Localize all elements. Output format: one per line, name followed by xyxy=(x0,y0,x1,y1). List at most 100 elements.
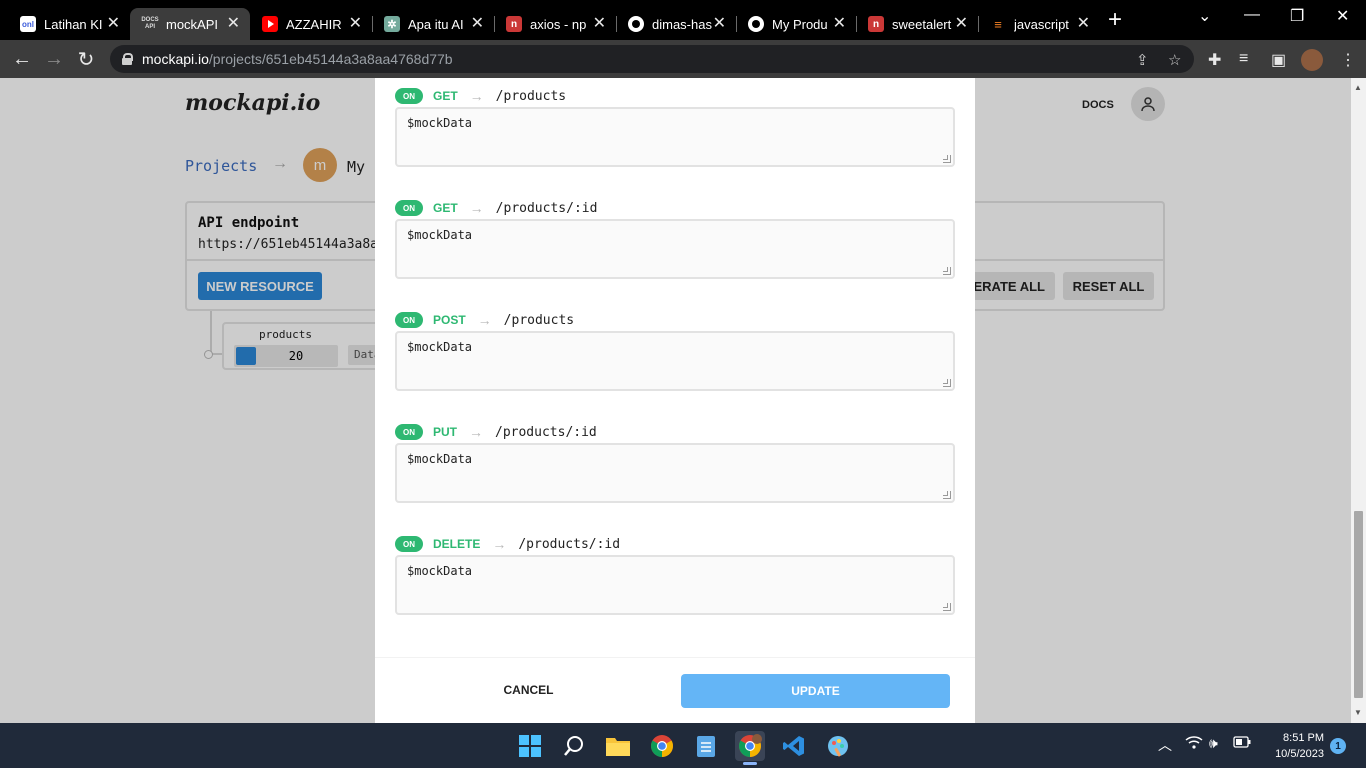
reload-icon[interactable]: ↻ xyxy=(73,46,99,72)
arrow-right-icon: → xyxy=(469,88,484,104)
resize-grip-icon[interactable] xyxy=(943,379,951,387)
tab-github-products[interactable]: My Produ ✕ xyxy=(736,8,857,40)
close-tab-icon[interactable]: ✕ xyxy=(713,15,726,33)
endpoint-toggle[interactable]: ON xyxy=(395,200,423,216)
share-icon[interactable]: ⇪ xyxy=(1136,51,1149,69)
chrome-profile-icon[interactable] xyxy=(735,731,765,761)
address-bar[interactable]: mockapi.io/projects/651eb45144a3a8aa4768… xyxy=(110,45,1194,73)
modal-footer: CANCEL UPDATE xyxy=(375,657,975,723)
arrow-right-icon: → xyxy=(477,312,492,328)
endpoint-path: /products/:id xyxy=(495,424,597,440)
extensions-puzzle-icon[interactable]: ✚ xyxy=(1208,50,1221,70)
endpoint-method: GET xyxy=(433,201,458,215)
resize-grip-icon[interactable] xyxy=(943,267,951,275)
url-host: mockapi.io xyxy=(142,51,209,67)
window-close-icon[interactable]: ✕ xyxy=(1336,6,1349,26)
arrow-right-icon: → xyxy=(469,424,483,440)
side-panel-icon[interactable]: ▣ xyxy=(1271,50,1286,70)
close-tab-icon[interactable]: ✕ xyxy=(471,15,484,33)
volume-icon[interactable]: 🕪 xyxy=(1209,735,1218,752)
wifi-icon[interactable] xyxy=(1185,735,1203,752)
close-tab-icon[interactable]: ✕ xyxy=(833,15,846,33)
tab-github-dimas[interactable]: dimas-has ✕ xyxy=(616,8,737,40)
npm-icon: n xyxy=(506,16,522,32)
browser-toolbar: ← → ↻ mockapi.io/projects/651eb45144a3a8… xyxy=(0,40,1366,78)
minimize-icon[interactable]: — xyxy=(1244,6,1260,24)
resize-grip-icon[interactable] xyxy=(943,491,951,499)
clock-time: 8:51 PM xyxy=(1283,732,1324,744)
windows-taskbar: ︿ 🕪 8:51 PM 10/5/2023 1 xyxy=(0,723,1366,768)
scroll-down-icon[interactable]: ▼ xyxy=(1354,708,1362,717)
new-tab-icon[interactable]: + xyxy=(1108,6,1122,34)
endpoint-response-textarea[interactable]: $mockData xyxy=(395,331,955,391)
stackoverflow-icon: ≡ xyxy=(994,16,1002,32)
close-tab-icon[interactable]: ✕ xyxy=(593,15,606,33)
search-icon[interactable] xyxy=(559,731,589,761)
forward-icon[interactable]: → xyxy=(41,46,67,72)
close-tab-icon[interactable]: ✕ xyxy=(1077,15,1090,33)
tab-mockapi[interactable]: DOCS API mockAPI ✕ xyxy=(130,8,250,40)
endpoint-response-text: $mockData xyxy=(407,340,473,354)
back-icon[interactable]: ← xyxy=(9,46,35,72)
endpoint-response-textarea[interactable]: $mockData xyxy=(395,219,955,279)
mockapi-favicon-icon: DOCS API xyxy=(141,16,159,32)
endpoint-path: /products/:id xyxy=(495,200,598,216)
battery-icon[interactable] xyxy=(1233,735,1251,751)
tab-stackoverflow[interactable]: ≡ javascript ✕ xyxy=(978,8,1100,40)
endpoint-response-textarea[interactable]: $mockData xyxy=(395,107,955,167)
endpoint-toggle[interactable]: ON xyxy=(395,424,423,440)
tab-chatgpt[interactable]: ✲ Apa itu AI ✕ xyxy=(372,8,495,40)
close-tab-icon[interactable]: ✕ xyxy=(349,15,362,33)
endpoint-response-text: $mockData xyxy=(407,564,473,578)
close-tab-icon[interactable]: ✕ xyxy=(955,15,968,33)
media-queue-icon[interactable]: ≡ xyxy=(1239,50,1248,68)
endpoint-response-textarea[interactable]: $mockData xyxy=(395,443,955,503)
notepad-icon[interactable] xyxy=(691,731,721,761)
tab-axios-npm[interactable]: n axios - np ✕ xyxy=(494,8,617,40)
scroll-up-icon[interactable]: ▲ xyxy=(1354,83,1362,92)
npm-icon: n xyxy=(868,16,884,32)
arrow-right-icon: → xyxy=(469,200,484,216)
browser-tab-strip: onl Latihan KI ✕ DOCS API mockAPI ✕ AZZAH… xyxy=(0,0,1366,40)
endpoint-method: GET xyxy=(433,89,458,103)
github-icon xyxy=(748,16,764,32)
endpoint-path: /products xyxy=(495,88,567,104)
endpoint-response-textarea[interactable]: $mockData xyxy=(395,555,955,615)
endpoint-path: /products/:id xyxy=(518,536,621,552)
close-tab-icon[interactable]: ✕ xyxy=(227,15,240,33)
chrome-menu-icon[interactable]: ⋮ xyxy=(1340,50,1356,70)
arrow-right-icon: → xyxy=(492,536,507,552)
file-explorer-icon[interactable] xyxy=(603,731,633,761)
close-tab-icon[interactable]: ✕ xyxy=(107,15,120,33)
endpoint-toggle[interactable]: ON xyxy=(395,312,423,328)
endpoint-method: PUT xyxy=(433,425,457,439)
tab-youtube[interactable]: AZZAHIR ✕ xyxy=(250,8,373,40)
system-clock[interactable]: 8:51 PM 10/5/2023 xyxy=(1264,730,1324,762)
resize-grip-icon[interactable] xyxy=(943,603,951,611)
chrome-icon[interactable] xyxy=(647,731,677,761)
url-path: /projects/651eb45144a3a8aa4768d77b xyxy=(208,51,453,67)
youtube-icon xyxy=(262,16,278,32)
chatgpt-icon: ✲ xyxy=(384,16,400,32)
vscode-icon[interactable] xyxy=(779,731,809,761)
update-button[interactable]: UPDATE xyxy=(681,674,950,708)
endpoint-response-text: $mockData xyxy=(407,228,473,242)
cancel-button[interactable]: CANCEL xyxy=(471,675,586,705)
tab-latihan[interactable]: onl Latihan KI ✕ xyxy=(8,8,131,40)
restore-icon[interactable]: ❐ xyxy=(1290,6,1304,26)
tray-overflow-chevron-icon[interactable]: ︿ xyxy=(1158,735,1172,755)
scrollbar-thumb[interactable] xyxy=(1354,511,1363,698)
profile-avatar[interactable] xyxy=(1301,49,1323,71)
paint-icon[interactable] xyxy=(823,731,853,761)
tab-search-chevron-icon[interactable]: ⌄ xyxy=(1198,6,1211,26)
resize-grip-icon[interactable] xyxy=(943,155,951,163)
endpoint-toggle[interactable]: ON xyxy=(395,536,423,552)
notification-badge[interactable]: 1 xyxy=(1330,738,1346,754)
page-scrollbar[interactable]: ▲ ▼ xyxy=(1351,78,1366,723)
tab-sweetalert[interactable]: n sweetalert ✕ xyxy=(856,8,979,40)
edit-resource-modal: ON GET → /products $mockData ON GET → /p… xyxy=(375,78,975,723)
endpoint-toggle[interactable]: ON xyxy=(395,88,423,104)
bookmark-star-icon[interactable]: ☆ xyxy=(1168,51,1181,69)
lock-icon[interactable] xyxy=(122,53,133,65)
windows-start-icon[interactable] xyxy=(515,731,545,761)
